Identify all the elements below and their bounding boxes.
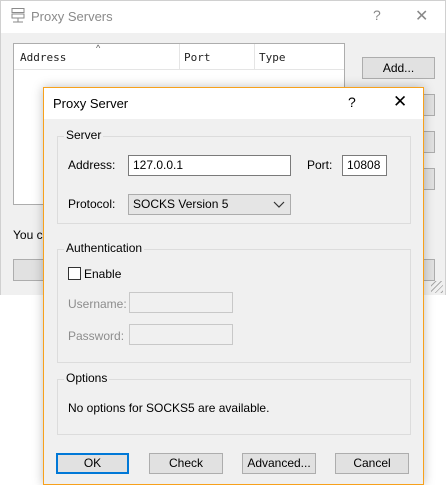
help-button[interactable]: ? (348, 94, 356, 110)
enable-auth-checkbox[interactable] (68, 267, 81, 280)
protocol-select[interactable]: SOCKS Version 5 (128, 194, 291, 215)
address-label: Address: (68, 158, 116, 172)
port-input[interactable]: 10808 (342, 155, 387, 176)
address-input[interactable]: 127.0.0.1 (128, 155, 291, 176)
ok-button[interactable]: OK (56, 453, 129, 474)
advanced-button[interactable]: Advanced... (242, 453, 316, 474)
username-label: Username: (68, 297, 127, 311)
bottom-left-button[interactable] (13, 259, 44, 281)
resize-grip[interactable] (431, 281, 443, 293)
server-group-label: Server (64, 128, 104, 142)
column-header-type[interactable]: Type (259, 51, 286, 64)
sort-ascending-icon: ^ (96, 43, 101, 53)
password-label: Password: (68, 329, 125, 343)
proxy-servers-titlebar: Proxy Servers ? ✕ (1, 1, 445, 33)
options-group-label: Options (64, 371, 110, 385)
column-divider[interactable] (254, 44, 255, 70)
check-button[interactable]: Check (149, 453, 223, 474)
options-message: No options for SOCKS5 are available. (68, 401, 270, 415)
enable-auth-label[interactable]: Enable (84, 267, 121, 281)
chevron-down-icon (273, 201, 285, 208)
protocol-label: Protocol: (68, 197, 116, 211)
server-group: Server Address: 127.0.0.1 Port: 10808 Pr… (57, 128, 411, 224)
close-icon[interactable]: ✕ (393, 92, 407, 112)
username-input[interactable] (129, 292, 233, 313)
proxy-servers-title: Proxy Servers (31, 9, 113, 24)
password-input[interactable] (129, 324, 233, 345)
column-header-address[interactable]: Address (20, 51, 66, 64)
dialog-title: Proxy Server (53, 96, 129, 111)
add-button[interactable]: Add... (362, 57, 435, 79)
authentication-group: Authentication Enable Username: Password… (57, 241, 411, 363)
authentication-group-label: Authentication (64, 241, 145, 255)
server-icon (11, 8, 25, 23)
options-group: Options No options for SOCKS5 are availa… (57, 371, 411, 435)
proxy-server-dialog: Proxy Server ? ✕ Server Address: 127.0.0… (43, 87, 424, 485)
port-label: Port: (307, 158, 333, 172)
cancel-button[interactable]: Cancel (335, 453, 409, 474)
help-button[interactable]: ? (373, 7, 381, 23)
dialog-titlebar: Proxy Server ? ✕ (44, 88, 423, 119)
proxy-list-header: Address ^ Port Type (14, 43, 344, 70)
column-header-port[interactable]: Port (184, 51, 211, 64)
close-icon[interactable]: ✕ (415, 6, 428, 26)
column-divider[interactable] (179, 44, 180, 70)
protocol-select-value: SOCKS Version 5 (133, 197, 229, 211)
